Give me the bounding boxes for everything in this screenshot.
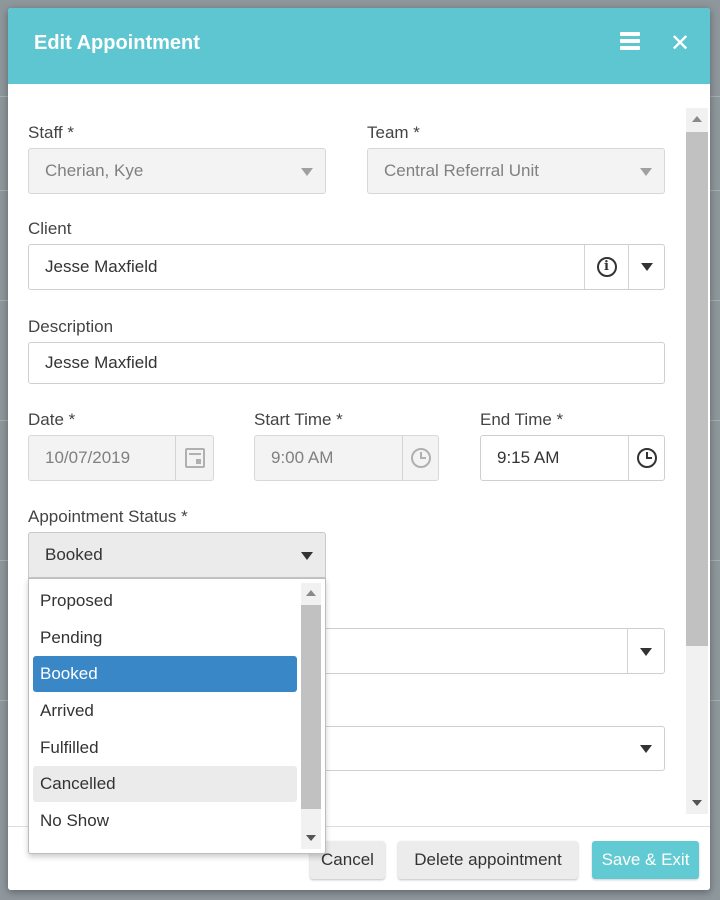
chevron-down-icon	[301, 168, 313, 176]
date-picker-button	[175, 436, 213, 480]
staff-label: Staff *	[28, 123, 74, 142]
staff-value: Cherian, Kye	[45, 161, 144, 180]
date-label: Date *	[28, 410, 76, 429]
end-time-input[interactable]: 9:15 AM	[480, 435, 665, 481]
dialog-scroll-thumb[interactable]	[686, 132, 708, 646]
team-value: Central Referral Unit	[384, 161, 539, 180]
team-label: Team *	[367, 123, 420, 142]
client-dropdown-button[interactable]	[628, 245, 664, 289]
start-time-label: Start Time *	[254, 410, 343, 429]
status-option-pending[interactable]: Pending	[33, 620, 297, 656]
description-label: Description	[28, 317, 114, 336]
chevron-down-icon	[640, 168, 652, 176]
appointment-status-dropdown: Proposed Pending Booked Arrived Fulfille…	[28, 578, 326, 854]
dropdown-scrollbar[interactable]	[301, 583, 321, 849]
chevron-down-icon	[301, 552, 313, 560]
dropdown-scroll-thumb[interactable]	[301, 605, 321, 809]
appointment-status-value: Booked	[45, 545, 103, 564]
status-option-proposed[interactable]: Proposed	[33, 583, 297, 619]
start-time-value: 9:00 AM	[271, 448, 334, 467]
chevron-down-icon	[640, 263, 653, 271]
status-option-no-show[interactable]: No Show	[33, 803, 297, 839]
save-and-exit-button[interactable]: Save & Exit	[592, 841, 699, 879]
edit-appointment-dialog: Edit Appointment ✕ Staff * Cherian, Kye …	[8, 8, 710, 890]
scroll-down-arrow-icon[interactable]	[692, 800, 702, 806]
appointment-status-label: Appointment Status *	[28, 507, 188, 526]
date-input: 10/07/2019	[28, 435, 214, 481]
close-icon[interactable]: ✕	[668, 31, 692, 57]
start-time-picker-button	[402, 436, 438, 480]
team-select: Central Referral Unit	[367, 148, 665, 194]
client-info-button[interactable]: i	[584, 245, 628, 289]
client-value: Jesse Maxfield	[45, 257, 158, 276]
dialog-title: Edit Appointment	[34, 32, 200, 54]
date-value: 10/07/2019	[45, 448, 131, 467]
status-option-arrived[interactable]: Arrived	[33, 693, 297, 729]
info-icon: i	[596, 257, 617, 277]
end-time-label: End Time *	[480, 410, 564, 429]
field-divider	[627, 629, 628, 673]
client-label: Client	[28, 219, 72, 238]
description-value: Jesse Maxfield	[45, 353, 158, 372]
staff-select: Cherian, Kye	[28, 148, 326, 194]
chevron-down-icon	[640, 648, 652, 656]
chevron-down-icon	[640, 745, 652, 753]
clock-icon	[410, 448, 431, 468]
start-time-input: 9:00 AM	[254, 435, 439, 481]
description-input[interactable]: Jesse Maxfield	[28, 342, 665, 384]
status-option-cancelled[interactable]: Cancelled	[33, 766, 297, 802]
dialog-body: Staff * Cherian, Kye Team * Central Refe…	[8, 84, 710, 854]
dialog-header: Edit Appointment ✕	[8, 8, 710, 84]
status-option-fulfilled[interactable]: Fulfilled	[33, 730, 297, 766]
clock-icon	[636, 448, 657, 468]
end-time-value: 9:15 AM	[497, 448, 560, 467]
scroll-down-arrow-icon[interactable]	[306, 835, 316, 841]
hamburger-menu-icon[interactable]	[620, 32, 644, 58]
dialog-scrollbar[interactable]	[686, 108, 708, 814]
client-combobox[interactable]: Jesse Maxfield i	[28, 244, 665, 290]
scroll-up-arrow-icon[interactable]	[692, 116, 702, 122]
status-option-booked[interactable]: Booked	[33, 656, 297, 692]
delete-appointment-button[interactable]: Delete appointment	[398, 841, 578, 879]
end-time-picker-button[interactable]	[628, 436, 664, 480]
appointment-status-select[interactable]: Booked	[28, 532, 326, 578]
scroll-up-arrow-icon[interactable]	[306, 590, 316, 596]
calendar-icon	[184, 448, 205, 468]
